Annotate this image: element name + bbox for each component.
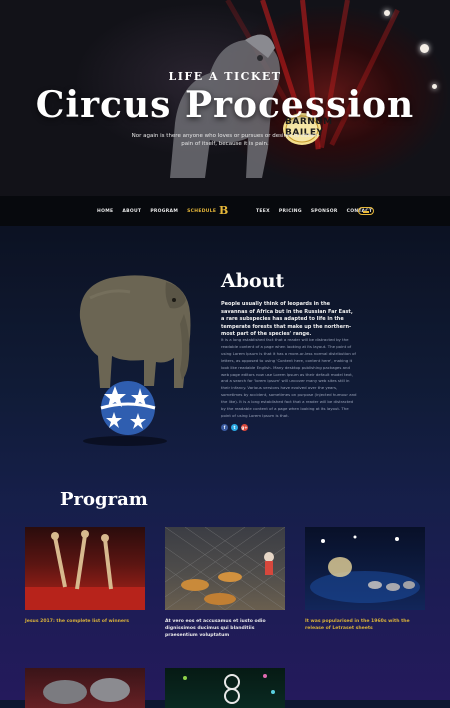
circus-ring-image — [305, 527, 425, 610]
program-card[interactable]: At vero eos et accusamus et iusto odio d… — [165, 527, 285, 639]
acrobats-image — [25, 527, 145, 610]
nav-right-group: TEEX PRICING SPONSOR CONTACT — [256, 196, 372, 226]
hero-subtitle: Nor again is there anyone who loves or p… — [131, 133, 319, 147]
page: BARNUM BAILEY LIFE A TICKET Circus Proce… — [0, 0, 450, 708]
twitter-icon[interactable]: t — [231, 424, 238, 431]
facebook-icon[interactable]: f — [221, 424, 228, 431]
program-card[interactable]: Jesus 2017: the complete list of winners — [25, 527, 145, 626]
elephant-on-ball-image — [79, 275, 191, 446]
nav-teex[interactable]: TEEX — [256, 209, 270, 214]
spotlight-lamp — [384, 10, 390, 16]
nav-schedule[interactable]: SCHEDULE — [187, 209, 216, 214]
nav-home[interactable]: HOME — [97, 209, 113, 214]
tigers-image — [165, 527, 285, 610]
nav-pricing[interactable]: PRICING — [279, 209, 302, 214]
hero-title: Circus Procession — [35, 84, 415, 126]
program-card[interactable]: It was popularised in the 1960s with the… — [305, 527, 425, 633]
about-title: About — [221, 270, 285, 292]
spotlight-lamp — [420, 44, 429, 53]
program-title: Program — [60, 489, 148, 510]
hero-kicker: LIFE A TICKET — [168, 70, 282, 83]
about-body-text: It is a long established fact that a rea… — [221, 337, 357, 418]
program-card-image[interactable] — [25, 668, 145, 708]
nav-about[interactable]: ABOUT — [122, 209, 141, 214]
menu-toggle-button[interactable] — [358, 207, 374, 215]
social-links: f t g+ — [221, 424, 248, 431]
google-plus-icon[interactable]: g+ — [241, 424, 248, 431]
nav-program[interactable]: PROGRAM — [150, 209, 178, 214]
main-navigation: HOME ABOUT PROGRAM SCHEDULE B TEEX PRICI… — [0, 196, 450, 226]
site-logo[interactable]: B — [219, 204, 228, 217]
nav-left-group: HOME ABOUT PROGRAM SCHEDULE — [97, 196, 216, 226]
program-card-caption[interactable]: Jesus 2017: the complete list of winners — [25, 619, 145, 626]
program-card-caption[interactable]: At vero eos et accusamus et iusto odio d… — [165, 619, 285, 639]
nav-sponsor[interactable]: SPONSOR — [311, 209, 338, 214]
program-card-caption[interactable]: It was popularised in the 1960s with the… — [305, 619, 425, 633]
program-card-image[interactable] — [165, 668, 285, 708]
about-lead-text: People usually think of leopards in the … — [221, 301, 353, 338]
hero-banner: BARNUM BAILEY LIFE A TICKET Circus Proce… — [0, 0, 450, 196]
